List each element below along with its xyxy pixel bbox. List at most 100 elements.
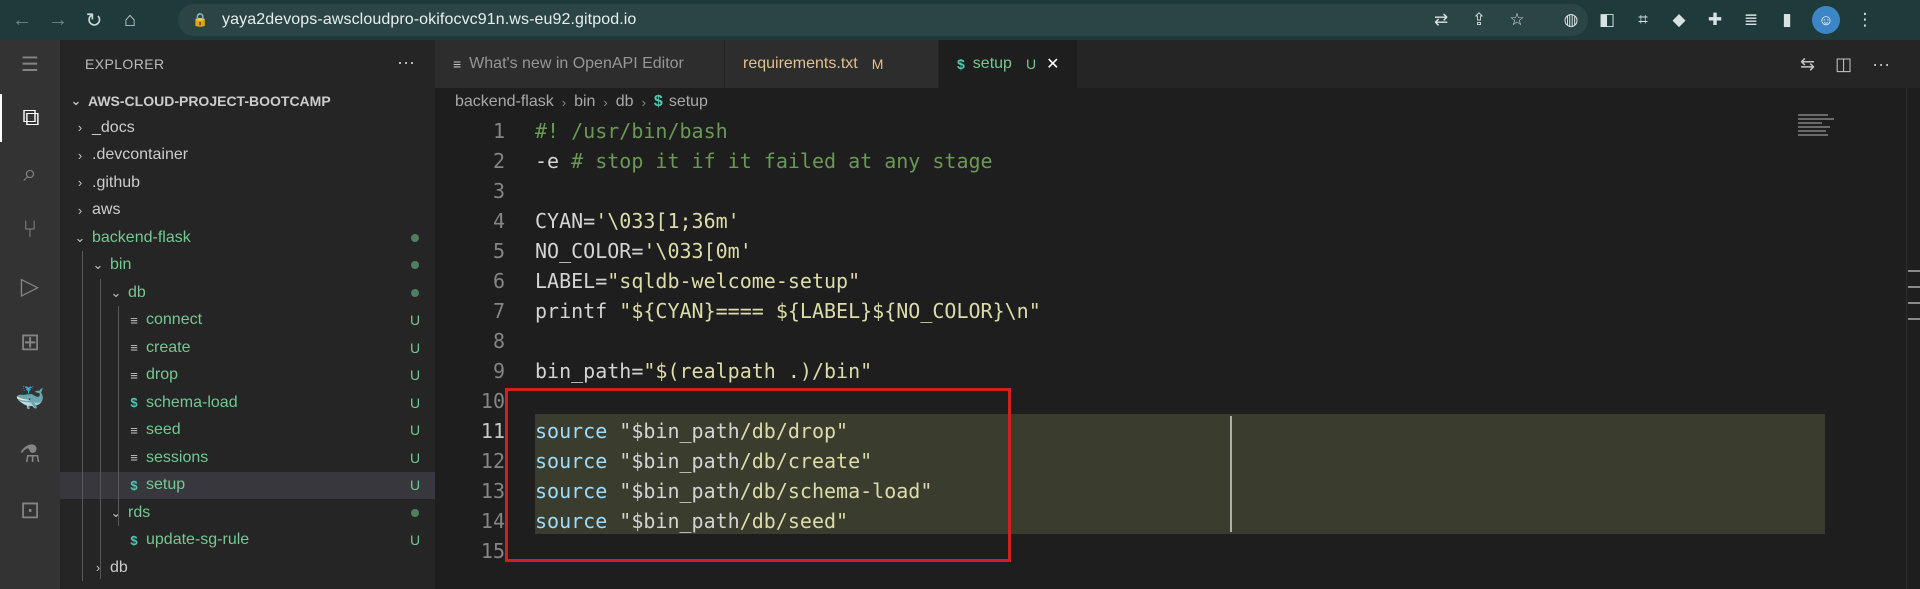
address-bar[interactable]: 🔒 yaya2devops-awscloudpro-okifocvc91n.ws… [178,4,1588,36]
profile-avatar[interactable]: ☺ [1812,6,1840,34]
text-file-icon: ≡ [130,312,138,328]
tree-folder[interactable]: ⌄ backend-flask [60,224,435,252]
editor-more-icon[interactable]: ··· [1872,54,1890,75]
tree-item-label: sessions [146,448,209,466]
tree-file[interactable]: $ setup U [60,471,435,499]
highlight-annotation-box [505,388,1011,562]
code-line[interactable]: 4 CYAN='\033[1;36m' [435,206,1795,236]
side-panel-icon[interactable]: ▮ [1776,9,1798,31]
menu-icon[interactable]: ☰ [0,40,60,88]
extension-diamond-icon[interactable]: ◆ [1668,9,1690,31]
tree-folder[interactable]: › .devcontainer [60,142,435,170]
api-icon[interactable]: ⊡ [0,486,60,534]
code-line[interactable]: 2 -e # stop it if it failed at any stage [435,146,1795,176]
breadcrumb-item[interactable]: bin [574,93,595,111]
extension-camera-icon[interactable]: ◧ [1596,9,1618,31]
line-number: 13 [480,479,505,503]
code-text: #! /usr/bin/bash [535,119,728,143]
tree-file[interactable]: ≡ connect U [60,307,435,335]
run-debug-icon[interactable]: ▷ [0,262,60,310]
bookmark-star-icon[interactable]: ☆ [1506,9,1528,31]
tree-folder[interactable]: › _docs [60,114,435,142]
modified-dot [395,288,435,297]
tree-file[interactable]: ≡ sessions U [60,444,435,472]
extensions-puzzle-icon[interactable]: ✚ [1704,9,1726,31]
status-dot-icon [411,508,419,517]
tree-file[interactable]: ≡ drop U [60,362,435,390]
explorer-icon[interactable]: ⧉ [0,94,60,142]
line-number: 4 [492,209,505,233]
modified-dot [395,261,435,270]
extensions-icon[interactable]: ⊞ [0,318,60,366]
forward-arrow-icon[interactable]: → [44,6,72,34]
split-editor-icon[interactable]: ◫ [1835,54,1852,75]
tree-file[interactable]: $ update-sg-rule U [60,527,435,555]
tree-item-label: connect [146,311,203,329]
tree-folder[interactable]: ⌄ bin [60,252,435,280]
browser-menu-icon[interactable]: ⋮ [1854,9,1876,31]
extension-crop-icon[interactable]: ⌗ [1632,9,1654,31]
testing-icon[interactable]: ⚗ [0,430,60,478]
code-text: CYAN='\033[1;36m' [535,209,740,233]
tree-folder[interactable]: › .github [60,169,435,197]
editor-scrollbar[interactable] [1906,88,1920,589]
chevron-down-icon: ⌄ [74,229,86,245]
code-token: "sqldb-welcome-setup" [607,269,861,293]
tree-folder[interactable]: › db [60,554,435,582]
code-line[interactable]: 8 [435,326,1795,356]
tree-item-label: update-sg-rule [146,531,250,549]
tree-folder[interactable]: › aws [60,197,435,225]
source-control-icon[interactable]: ⑂ [0,206,60,254]
tree-file[interactable]: ≡ seed U [60,417,435,445]
docker-icon[interactable]: 🐳 [0,374,60,422]
code-line[interactable]: 3 [435,176,1795,206]
editor-tab[interactable]: ≡ What's new in OpenAPI Editor [435,40,725,88]
line-number: 2 [492,149,505,173]
tree-file[interactable]: ≡ create U [60,334,435,362]
breadcrumb-item[interactable]: backend-flask [455,93,554,111]
share-icon[interactable]: ⇪ [1468,9,1490,31]
close-tab-icon[interactable]: ✕ [1046,54,1059,74]
extension-globe-icon[interactable]: ◍ [1560,9,1582,31]
code-line[interactable]: 5 NO_COLOR='\033[0m' [435,236,1795,266]
tree-item-label: create [146,338,191,356]
reload-icon[interactable]: ↻ [80,6,108,34]
shell-file-icon: $ [130,532,138,548]
editor-tab[interactable]: $ setup U ✕ [939,40,1079,88]
chevron-down-icon: ⌄ [110,284,122,300]
url-text[interactable]: yaya2devops-awscloudpro-okifocvc91n.ws-e… [222,11,636,29]
chevron-right-icon: › [77,202,83,218]
search-icon[interactable]: ⌕ [0,150,60,198]
workspace-root-folder[interactable]: ⌄ AWS-CLOUD-PROJECT-BOOTCAMP [60,88,435,114]
chevron-down-icon: ⌄ [70,93,82,108]
more-actions-icon[interactable]: ··· [397,52,415,73]
open-changes-icon[interactable]: ⇆ [1800,54,1815,75]
indent-guide [82,251,83,581]
translate-icon[interactable]: ⇄ [1430,9,1452,31]
minimap[interactable] [1798,114,1838,144]
tree-folder[interactable]: ⌄ rds [60,499,435,527]
media-queue-icon[interactable]: ≣ [1740,9,1762,31]
line-number: 6 [492,269,505,293]
breadcrumb-item[interactable]: db [616,93,634,111]
git-status-badge: U [409,422,421,439]
code-token: printf [535,299,620,323]
chevron-right-icon: › [77,147,83,163]
tree-file[interactable]: $ schema-load U [60,389,435,417]
home-icon[interactable]: ⌂ [116,6,144,34]
code-line[interactable]: 9 bin_path="$(realpath .)/bin" [435,356,1795,386]
code-line[interactable]: 7 printf "${CYAN}==== ${LABEL}${NO_COLOR}… [435,296,1795,326]
code-text: LABEL="sqldb-welcome-setup" [535,269,860,293]
code-token: = [631,239,644,263]
breadcrumb-item[interactable]: setup [669,93,708,111]
text-file-icon: ≡ [130,340,138,356]
line-number: 9 [492,359,505,383]
shell-file-icon: $ [653,93,663,110]
back-arrow-icon[interactable]: ← [8,6,36,34]
code-line[interactable]: 6 LABEL="sqldb-welcome-setup" [435,266,1795,296]
chevron-right-icon: › [77,120,83,136]
line-number: 14 [480,509,505,533]
tree-folder[interactable]: ⌄ db [60,279,435,307]
code-line[interactable]: 1 #! /usr/bin/bash [435,116,1795,146]
editor-tab[interactable]: requirements.txt M [725,40,939,88]
